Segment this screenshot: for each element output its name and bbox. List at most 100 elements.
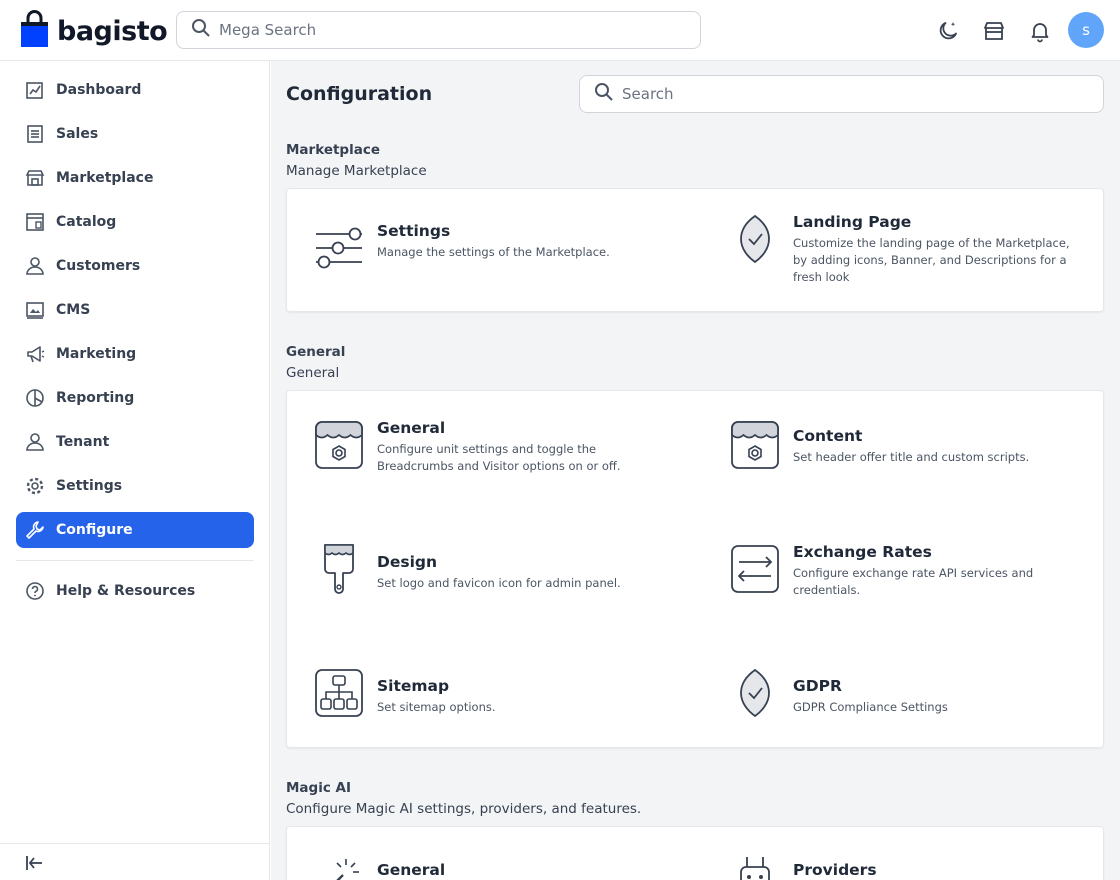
config-item-title: Content xyxy=(793,427,863,445)
sidebar-item-sales[interactable]: Sales xyxy=(16,116,254,152)
config-item-description: Set logo and favicon icon for admin pane… xyxy=(377,576,621,590)
shield-check-icon xyxy=(729,213,781,265)
config-item-magic-ai-providers[interactable]: Providers xyxy=(729,853,1093,880)
marketplace-card: Settings Manage the settings of the Mark… xyxy=(286,188,1104,312)
sidebar-item-help[interactable]: Help & Resources xyxy=(16,573,254,609)
config-item-title: Exchange Rates xyxy=(793,543,932,561)
sidebar-item-label: Settings xyxy=(56,478,123,494)
bell-icon[interactable] xyxy=(1024,15,1056,47)
config-item-gdpr[interactable]: GDPR GDPR Compliance Settings xyxy=(729,667,1093,719)
config-item-title: Sitemap xyxy=(377,677,450,695)
sidebar-item-marketplace[interactable]: Marketplace xyxy=(16,160,254,196)
config-item-title: General xyxy=(377,861,446,879)
sidebar-item-catalog[interactable]: Catalog xyxy=(16,204,254,240)
config-item-description: Configure unit settings and toggle the B… xyxy=(377,442,621,473)
config-item-description: Manage the settings of the Marketplace. xyxy=(377,245,610,259)
top-header: bagisto s xyxy=(0,0,1120,61)
config-item-description: Set header offer title and custom script… xyxy=(793,450,1030,464)
sidebar-item-label: Tenant xyxy=(56,434,110,450)
config-item-title: Providers xyxy=(793,861,877,879)
shield-check-icon xyxy=(729,667,781,719)
config-item-title: Design xyxy=(377,553,438,571)
sidebar-item-customers[interactable]: Customers xyxy=(16,248,254,284)
sidebar-item-label: Help & Resources xyxy=(56,583,196,599)
config-item-title: GDPR xyxy=(793,677,842,695)
mega-search-input[interactable] xyxy=(219,21,679,39)
dashboard-icon xyxy=(24,79,46,101)
configuration-search-input[interactable] xyxy=(622,85,1092,103)
settings-icon xyxy=(24,475,46,497)
sidebar-item-label: Sales xyxy=(56,126,99,142)
sidebar-item-configure[interactable]: Configure xyxy=(16,512,254,548)
sidebar-item-label: Customers xyxy=(56,258,141,274)
section-title: General xyxy=(286,344,346,360)
config-item-description: GDPR Compliance Settings xyxy=(793,700,948,714)
sidebar-item-marketing[interactable]: Marketing xyxy=(16,336,254,372)
config-item-description: Customize the landing page of the Market… xyxy=(793,236,1070,284)
config-item-marketplace-settings[interactable]: Settings Manage the settings of the Mark… xyxy=(313,222,677,274)
sidebar-item-label: Catalog xyxy=(56,214,117,230)
sidebar-item-label: Dashboard xyxy=(56,82,142,98)
page-title: Configuration xyxy=(286,83,433,105)
sidebar-item-label: Marketplace xyxy=(56,170,154,186)
marketplace-icon xyxy=(24,167,46,189)
marketing-icon xyxy=(24,343,46,365)
config-item-content[interactable]: Content Set header offer title and custo… xyxy=(729,419,1093,471)
sidebar-item-cms[interactable]: CMS xyxy=(16,292,254,328)
section-description: General xyxy=(286,365,340,381)
store-gear-icon xyxy=(313,419,365,471)
sidebar-item-settings[interactable]: Settings xyxy=(16,468,254,504)
user-avatar[interactable]: s xyxy=(1068,12,1104,48)
config-item-general[interactable]: General Configure unit settings and togg… xyxy=(313,419,637,475)
search-icon xyxy=(191,18,211,42)
help-icon xyxy=(24,580,46,602)
cms-icon xyxy=(24,299,46,321)
customers-icon xyxy=(24,255,46,277)
magic-wand-icon xyxy=(313,853,365,880)
sidebar-item-reporting[interactable]: Reporting xyxy=(16,380,254,416)
config-item-title: Landing Page xyxy=(793,213,912,231)
magic-ai-card: General Providers xyxy=(286,826,1104,880)
tenant-icon xyxy=(24,431,46,453)
general-card: General Configure unit settings and togg… xyxy=(286,390,1104,748)
catalog-icon xyxy=(24,211,46,233)
sidebar-item-tenant[interactable]: Tenant xyxy=(16,424,254,460)
plug-icon xyxy=(729,853,781,880)
sidebar-footer-divider xyxy=(0,843,270,844)
config-item-title: General xyxy=(377,419,446,437)
sales-icon xyxy=(24,123,46,145)
bag-logo-icon xyxy=(20,10,49,52)
main-content: Configuration Marketplace Manage Marketp… xyxy=(271,61,1120,880)
config-item-title: Settings xyxy=(377,222,451,240)
reporting-icon xyxy=(24,387,46,409)
config-item-description: Set sitemap options. xyxy=(377,700,496,714)
sidebar-item-label: Configure xyxy=(56,522,133,538)
sidebar: Dashboard Sales Marketplace Catalog Cust… xyxy=(0,61,270,880)
store-icon[interactable] xyxy=(978,15,1010,47)
config-item-description: Configure exchange rate API services and… xyxy=(793,566,1034,597)
config-item-design[interactable]: Design Set logo and favicon icon for adm… xyxy=(313,543,677,595)
search-icon xyxy=(594,82,614,106)
exchange-arrows-icon xyxy=(729,543,781,595)
section-title: Magic AI xyxy=(286,780,352,796)
config-item-exchange-rates[interactable]: Exchange Rates Configure exchange rate A… xyxy=(729,543,1043,599)
sitemap-icon xyxy=(313,667,365,719)
config-item-sitemap[interactable]: Sitemap Set sitemap options. xyxy=(313,667,677,719)
store-gear-icon xyxy=(729,419,781,471)
configuration-search-box[interactable] xyxy=(579,75,1104,113)
sidebar-item-label: CMS xyxy=(56,302,91,318)
logo[interactable]: bagisto xyxy=(20,10,168,52)
sidebar-item-label: Reporting xyxy=(56,390,135,406)
section-title: Marketplace xyxy=(286,142,380,158)
moon-icon[interactable] xyxy=(932,15,964,47)
sidebar-item-dashboard[interactable]: Dashboard xyxy=(16,72,254,108)
config-item-magic-ai-general[interactable]: General xyxy=(313,853,677,880)
sidebar-divider xyxy=(16,560,254,561)
mega-search-box[interactable] xyxy=(176,11,701,49)
configure-icon xyxy=(24,519,46,541)
config-item-landing-page[interactable]: Landing Page Customize the landing page … xyxy=(729,213,1075,286)
paint-brush-icon xyxy=(313,543,365,595)
section-description: Configure Magic AI settings, providers, … xyxy=(286,801,642,817)
collapse-sidebar-icon[interactable] xyxy=(22,851,46,875)
sidebar-item-label: Marketing xyxy=(56,346,137,362)
